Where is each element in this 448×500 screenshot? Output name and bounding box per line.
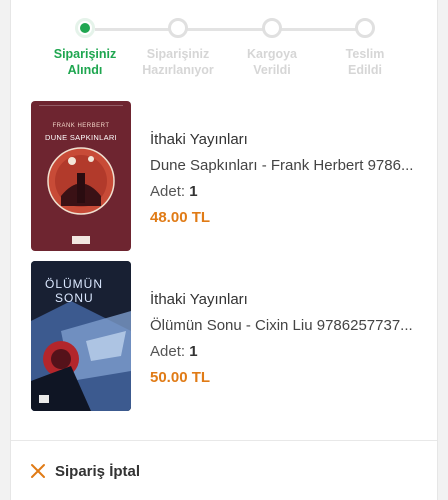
divider [11,440,437,441]
order-item[interactable]: FRANK HERBERT DUNE SAPKINLARI İthaki Yay… [31,101,431,251]
item-info: İthaki Yayınları Dune Sapkınları - Frank… [150,131,430,227]
item-quantity: Adet: 1 [150,183,430,201]
item-quantity: Adet: 1 [150,343,430,361]
item-publisher: İthaki Yayınları [150,131,248,148]
order-status-stepper: Siparişiniz Alındı Siparişiniz Hazırlanı… [11,0,437,90]
quantity-value: 1 [189,183,198,200]
cover-title: SONU [55,291,94,305]
close-icon [31,464,45,478]
item-title[interactable]: Ölümün Sonu - Cixin Liu 9786257737... [150,317,425,335]
cover-art [47,147,115,244]
step-label-line: Teslim [345,47,385,61]
quantity-value: 1 [189,343,198,360]
book-cover-image[interactable]: FRANK HERBERT DUNE SAPKINLARI [31,101,131,251]
step-label-line: Edildi [347,63,383,77]
cancel-order-label: Sipariş İptal [55,462,141,480]
item-publisher: İthaki Yayınları [150,291,248,308]
step-delivered: Teslim Edildi [305,18,425,78]
order-item[interactable]: ÖLÜMÜN SONU İthaki Yayınları Ölümün Sonu… [31,261,431,411]
order-detail-card: Siparişiniz Alındı Siparişiniz Hazırlanı… [10,0,438,500]
quantity-label: Adet: [150,343,186,360]
item-price: 48.00 TL [150,209,211,226]
item-info: İthaki Yayınları Ölümün Sonu - Cixin Liu… [150,291,430,387]
cover-title: ÖLÜMÜN [45,277,104,291]
step-indicator [168,18,188,38]
cancel-order-button[interactable]: Sipariş İptal [29,462,140,480]
step-indicator [262,18,282,38]
quantity-label: Adet: [150,183,186,200]
step-label: Teslim Edildi [305,46,425,78]
item-title[interactable]: Dune Sapkınları - Frank Herbert 9786... [150,157,425,175]
step-indicator-active [75,18,95,38]
item-price: 50.00 TL [150,369,211,386]
step-indicator [355,18,375,38]
book-cover-image[interactable]: ÖLÜMÜN SONU [31,261,131,411]
